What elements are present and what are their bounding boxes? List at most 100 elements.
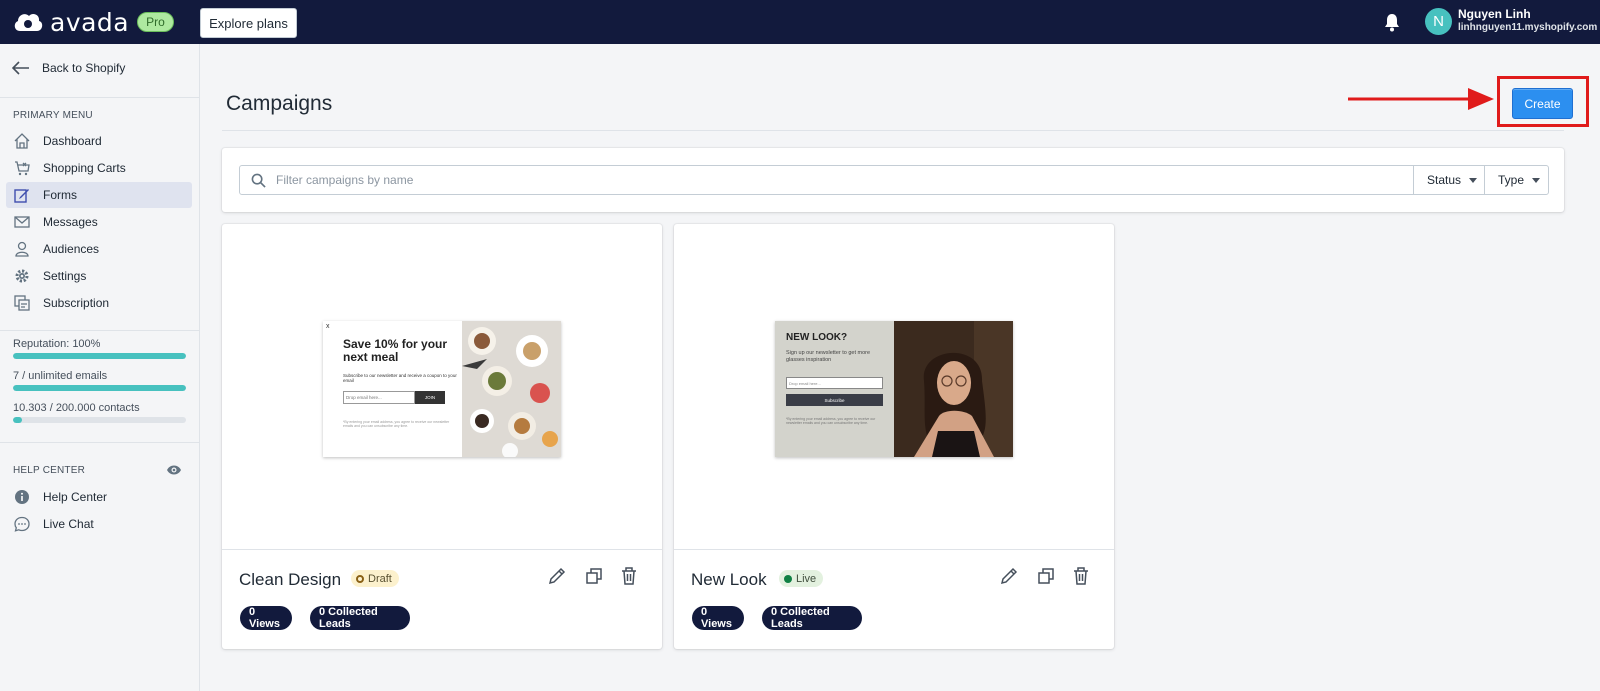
user-shop[interactable]: linhnguyen11.myshopify.com [1458, 22, 1597, 33]
campaign-name[interactable]: New Look [691, 570, 767, 590]
contacts-meter [13, 417, 186, 423]
campaign-name[interactable]: Clean Design [239, 570, 341, 590]
brand-logo[interactable]: avada Pro [12, 7, 174, 37]
sidebar-item-label: Subscription [43, 296, 110, 310]
edit-pencil-icon[interactable] [547, 566, 567, 586]
food-photo [462, 321, 561, 457]
reputation-label: Reputation: 100% [13, 338, 101, 350]
trash-icon[interactable] [619, 566, 639, 586]
sidebar-item-forms[interactable]: Forms [6, 182, 192, 208]
caret-down-icon [1532, 177, 1541, 183]
campaign-card-new-look[interactable]: NEW LOOK? Sign up our newsletter to get … [674, 224, 1114, 649]
help-center-title: HELP CENTER [13, 465, 86, 476]
draft-dot-icon [356, 574, 364, 583]
page-title: Campaigns [226, 92, 333, 115]
red-arrow-annotation [1348, 88, 1494, 110]
back-to-shopify-link[interactable]: Back to Shopify [12, 61, 125, 75]
sidebar-item-help-center[interactable]: Help Center [6, 484, 192, 510]
search-box[interactable] [239, 165, 1414, 195]
close-icon: x [326, 323, 330, 330]
sidebar-item-settings[interactable]: Settings [6, 263, 192, 289]
emails-meter [13, 385, 186, 391]
duplicate-icon[interactable] [1036, 566, 1056, 586]
user-name[interactable]: Nguyen Linh [1458, 7, 1531, 21]
sidebar-item-dashboard[interactable]: Dashboard [6, 128, 192, 154]
eye-icon[interactable] [166, 463, 182, 477]
sidebar-item-label: Settings [43, 269, 87, 283]
divider [674, 549, 1114, 550]
sidebar-item-label: Messages [43, 215, 98, 229]
campaign-card-clean-design[interactable]: x Save 10% for your next meal Subscribe … [222, 224, 662, 649]
preview-email-field: Drop email here... [343, 391, 415, 404]
edit-pencil-icon[interactable] [999, 566, 1019, 586]
bell-icon[interactable] [1382, 12, 1402, 32]
status-label: Draft [368, 572, 392, 585]
sidebar-item-live-chat[interactable]: Live Chat [6, 511, 192, 537]
sidebar-item-shopping-carts[interactable]: Shopping Carts [6, 155, 192, 181]
sidebar-item-messages[interactable]: Messages [6, 209, 192, 235]
live-dot-icon [784, 574, 792, 583]
type-filter-label: Type [1498, 173, 1525, 187]
create-button[interactable]: Create [1512, 88, 1573, 119]
contacts-label: 10.303 / 200.000 contacts [13, 402, 140, 414]
sidebar-item-label: Live Chat [43, 517, 94, 531]
pro-badge: Pro [137, 12, 174, 32]
preview-join-button: JOIN [415, 391, 445, 404]
emails-label: 7 / unlimited emails [13, 370, 108, 382]
divider [0, 330, 199, 331]
views-pill: 0 Views [692, 606, 744, 630]
primary-menu-title: PRIMARY MENU [13, 110, 93, 121]
preview-fine-print: *By entering your email address, you agr… [786, 417, 876, 425]
info-icon [15, 490, 29, 504]
views-pill: 0 Views [240, 606, 292, 630]
preview-email-field: Drop email here... [786, 377, 883, 389]
sidebar-item-label: Forms [43, 188, 77, 202]
divider [0, 97, 199, 98]
forms-icon [14, 189, 29, 203]
chat-icon [14, 516, 30, 532]
divider [222, 549, 662, 550]
trash-icon[interactable] [1071, 566, 1091, 586]
brand-name: avada [50, 7, 130, 37]
back-label: Back to Shopify [42, 61, 126, 75]
leads-pill: 0 Collected Leads [762, 606, 862, 630]
divider [0, 442, 199, 443]
sidebar-item-label: Audiences [43, 242, 100, 256]
person-icon [15, 241, 29, 257]
caret-down-icon [1469, 177, 1478, 183]
divider [222, 130, 1564, 131]
type-filter-button[interactable]: Type [1484, 165, 1549, 195]
top-bar: avada Pro Explore plans N Nguyen Linh li… [0, 0, 1600, 44]
sidebar-item-audiences[interactable]: Audiences [6, 236, 192, 262]
search-icon [251, 173, 266, 188]
explore-plans-button[interactable]: Explore plans [200, 8, 297, 38]
portrait-photo [894, 321, 1013, 457]
preview-fine-print: *By entering your email address, you agr… [343, 420, 450, 428]
filter-bar: Status Type [222, 148, 1564, 212]
campaign-preview[interactable]: x Save 10% for your next meal Subscribe … [323, 321, 561, 457]
home-icon [14, 133, 30, 149]
search-input[interactable] [276, 173, 1376, 187]
cart-icon [15, 161, 30, 176]
duplicate-icon[interactable] [584, 566, 604, 586]
sidebar-item-subscription[interactable]: Subscription [6, 290, 192, 316]
subscription-icon [14, 295, 30, 311]
sidebar-item-label: Dashboard [43, 134, 102, 148]
preview-subtext: Subscribe to our newsletter and receive … [343, 373, 457, 383]
avatar[interactable]: N [1425, 8, 1452, 35]
leads-pill: 0 Collected Leads [310, 606, 410, 630]
reputation-meter [13, 353, 186, 359]
campaign-preview[interactable]: NEW LOOK? Sign up our newsletter to get … [775, 321, 1013, 457]
preview-subscribe-button: Subscribe [786, 394, 883, 406]
preview-headline: NEW LOOK? [786, 332, 848, 343]
mail-icon [14, 216, 30, 228]
preview-headline: Save 10% for your next meal [343, 337, 448, 364]
status-filter-label: Status [1427, 173, 1462, 187]
status-badge: Draft [351, 570, 399, 587]
status-label: Live [796, 572, 817, 585]
cloud-logo-icon [14, 13, 43, 31]
arrow-left-icon [12, 61, 29, 75]
sidebar: Back to Shopify PRIMARY MENU Dashboard S… [0, 44, 200, 691]
preview-subtext: Sign up our newsletter to get more glass… [786, 350, 871, 363]
status-filter-button[interactable]: Status [1413, 165, 1485, 195]
